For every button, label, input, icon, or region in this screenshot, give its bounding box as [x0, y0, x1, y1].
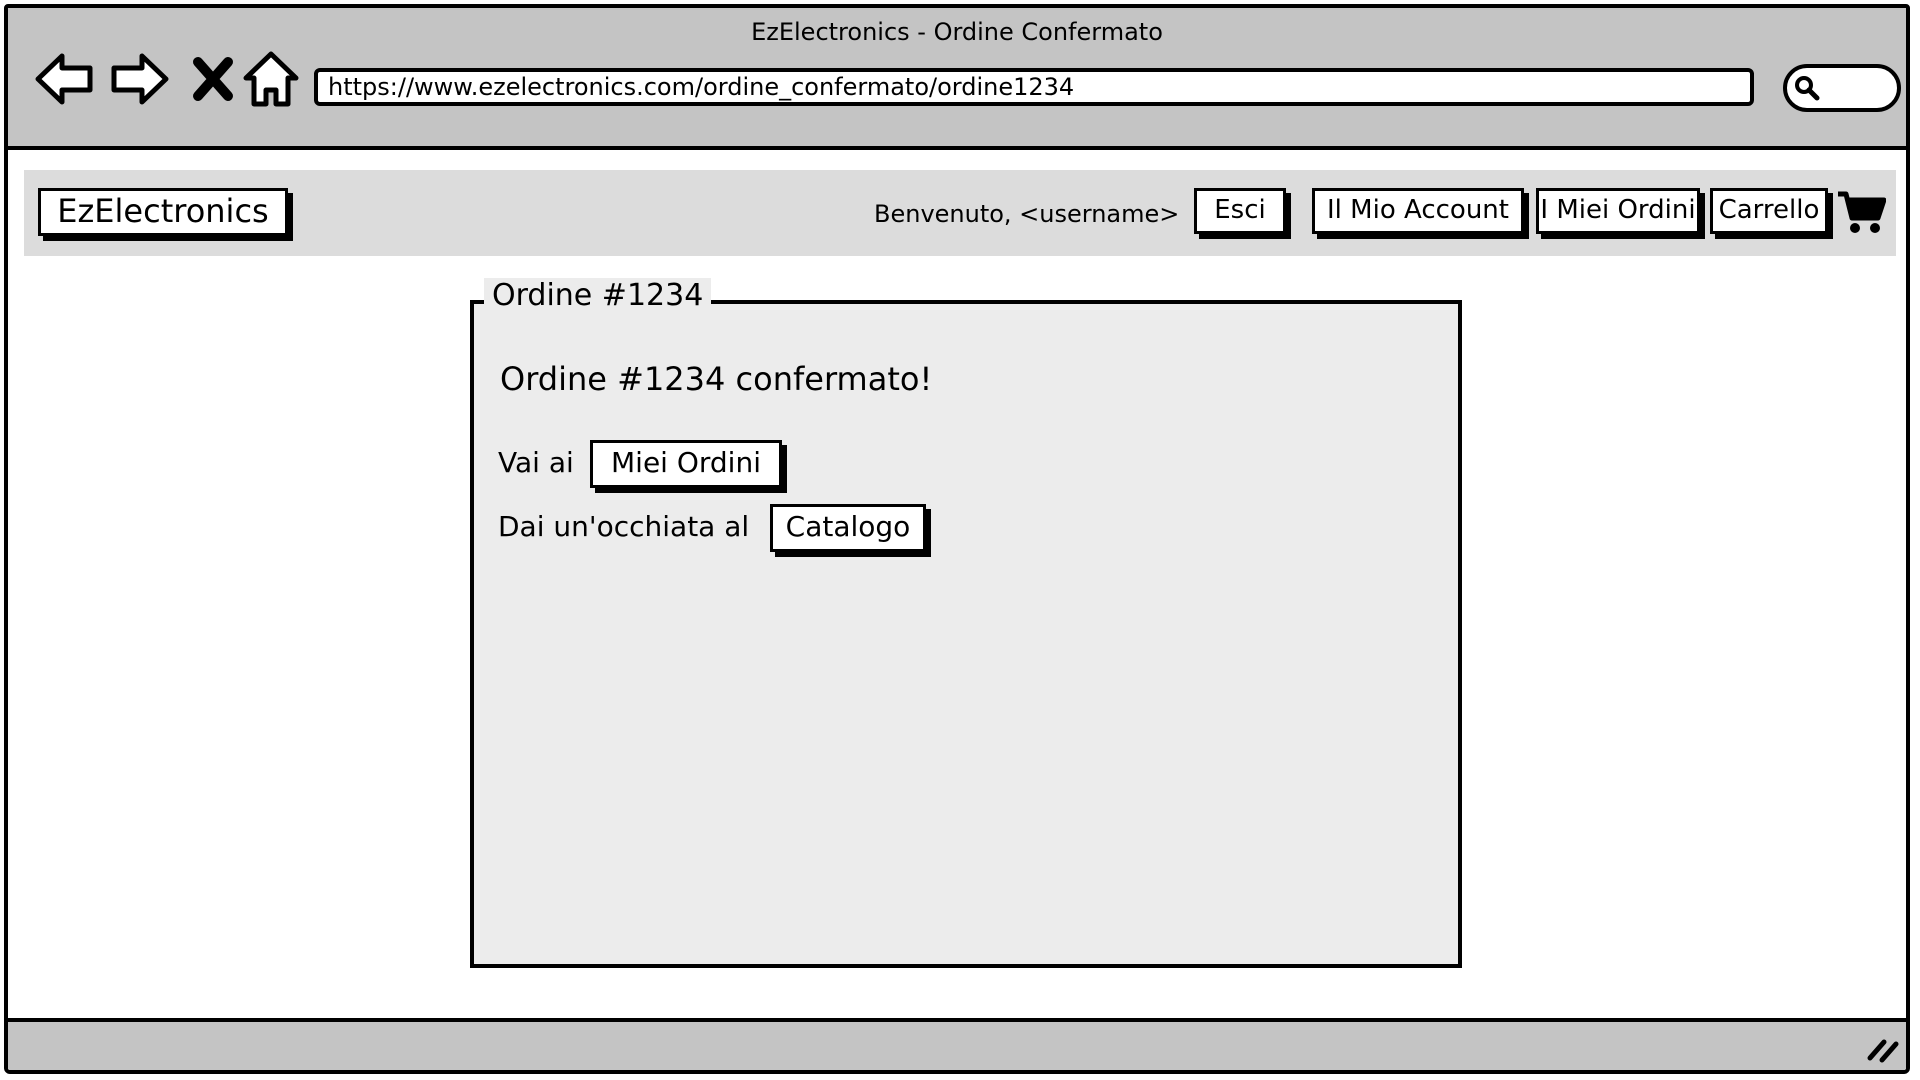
orders-link-button[interactable]: Miei Ordini — [590, 440, 782, 488]
stop-icon[interactable] — [184, 48, 246, 110]
catalog-link-button[interactable]: Catalogo — [770, 504, 926, 552]
browser-chrome: EzElectronics - Ordine Confermato https:… — [8, 8, 1906, 150]
search-icon — [1795, 76, 1820, 101]
window-title: EzElectronics - Ordine Confermato — [751, 18, 1163, 46]
status-bar — [8, 1018, 1906, 1070]
page-content: EzElectronics Benvenuto, <username> Esci… — [8, 150, 1906, 1018]
url-bar[interactable]: https://www.ezelectronics.com/ordine_con… — [314, 68, 1754, 106]
cart-button[interactable]: Carrello — [1710, 188, 1828, 234]
panel-title: Ordine #1234 — [484, 278, 712, 313]
logo-button[interactable]: EzElectronics — [38, 188, 288, 236]
welcome-text: Benvenuto, <username> — [874, 200, 1180, 228]
my-orders-button[interactable]: I Miei Ordini — [1536, 188, 1700, 234]
order-panel: Ordine #1234 Ordine #1234 confermato! Va… — [470, 278, 1462, 968]
my-account-button[interactable]: Il Mio Account — [1312, 188, 1524, 234]
confirmation-heading: Ordine #1234 confermato! — [500, 360, 933, 398]
logout-button[interactable]: Esci — [1194, 188, 1286, 234]
resize-grip-icon[interactable] — [1866, 1034, 1900, 1064]
browser-window: EzElectronics - Ordine Confermato https:… — [4, 4, 1910, 1074]
forward-arrow-icon[interactable] — [108, 48, 170, 110]
browse-catalog-label: Dai un'occhiata al — [498, 510, 750, 543]
back-arrow-icon[interactable] — [34, 48, 96, 110]
browser-search-field[interactable] — [1783, 64, 1901, 112]
home-icon[interactable] — [240, 48, 302, 110]
site-header: EzElectronics Benvenuto, <username> Esci… — [24, 170, 1896, 256]
go-to-orders-label: Vai ai — [498, 446, 574, 479]
shopping-cart-icon[interactable] — [1836, 188, 1886, 236]
